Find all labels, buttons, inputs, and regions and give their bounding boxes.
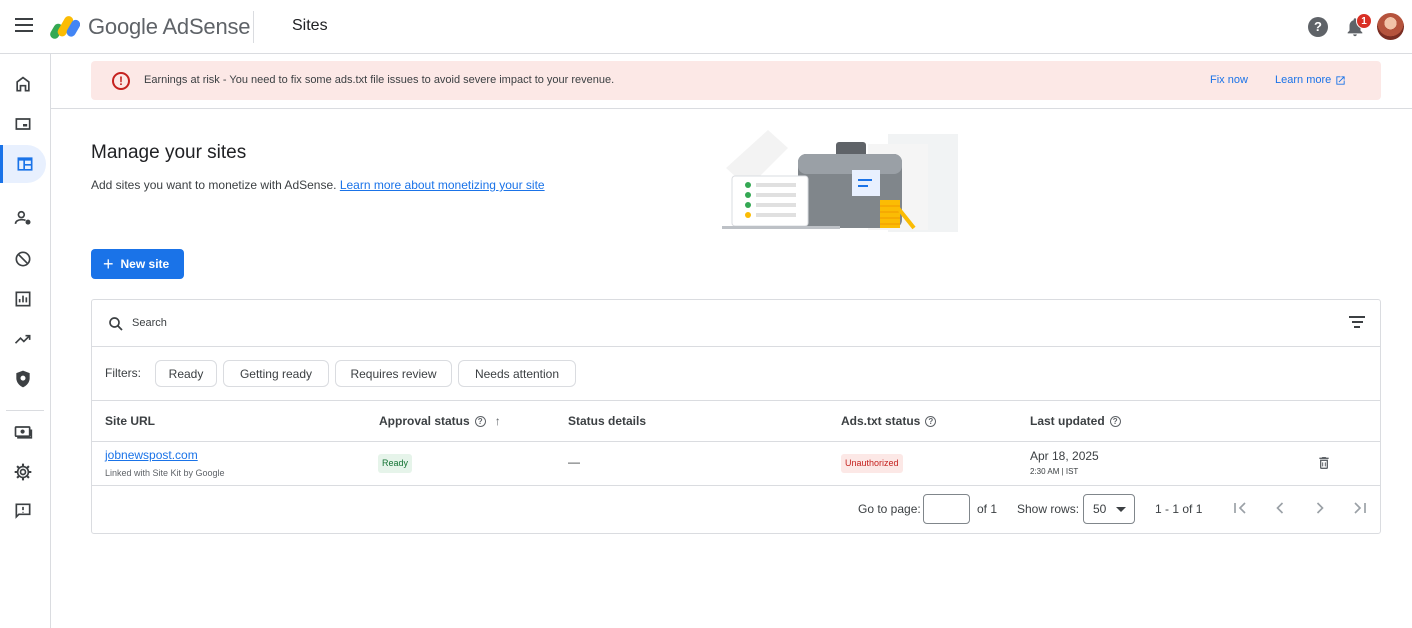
nav-payments[interactable] (0, 413, 46, 451)
ads-txt-status-badge: Unauthorized (841, 454, 903, 473)
search-input[interactable] (132, 312, 1132, 334)
dropdown-arrow-icon (1116, 507, 1126, 512)
new-site-label: New site (120, 257, 170, 271)
nav-feedback[interactable] (0, 492, 46, 530)
adsense-logo-icon (50, 16, 80, 39)
page-heading: Manage your sites (91, 142, 247, 163)
nav-reports[interactable] (0, 280, 46, 318)
page-number-input[interactable] (923, 494, 970, 524)
page-count-label: of 1 (977, 502, 998, 516)
column-last-updated[interactable]: Last updated ? (1030, 414, 1121, 428)
pagination-bar: Go to page: of 1 Show rows: 50 1 - 1 of … (92, 486, 1380, 533)
brand-name: Google AdSense (88, 14, 251, 39)
nav-policy-center[interactable] (0, 360, 46, 398)
policy-center-icon (16, 370, 30, 388)
payments-icon (14, 426, 33, 439)
column-status-details[interactable]: Status details (568, 414, 646, 428)
sites-table-card: Filters: Ready Getting ready Requires re… (91, 299, 1381, 534)
top-app-bar: Google AdSense Sites ? 1 (0, 0, 1412, 54)
fix-now-link[interactable]: Fix now (1210, 74, 1248, 86)
nav-ads[interactable] (0, 105, 46, 143)
last-updated-time: 2:30 AM | IST (1030, 467, 1079, 476)
table-header: Site URL Approval status ? ↑ Status deta… (92, 401, 1380, 442)
filter-chip-ready[interactable]: Ready (155, 360, 217, 387)
search-bar (92, 300, 1380, 347)
column-ads-txt-status-label: Ads.txt status (841, 414, 921, 428)
sort-ascending-arrow-icon: ↑ (494, 414, 501, 428)
filter-chip-getting-ready[interactable]: Getting ready (223, 360, 329, 387)
content-divider (51, 108, 1412, 109)
site-url-link[interactable]: jobnewspost.com (105, 448, 198, 462)
alert-message: Earnings at risk - You need to fix some … (144, 74, 615, 86)
sites-illustration (722, 130, 958, 232)
account-avatar[interactable] (1377, 13, 1404, 40)
rows-per-page-select[interactable]: 50 (1083, 494, 1135, 524)
ads-icon (15, 118, 31, 130)
new-site-button[interactable]: + New site (91, 249, 184, 279)
filter-list-icon[interactable] (1349, 316, 1365, 330)
notification-count-badge: 1 (1356, 13, 1372, 29)
nav-privacy-messaging[interactable] (0, 199, 46, 237)
table-row: jobnewspost.com Linked with Site Kit by … (92, 442, 1380, 486)
learn-more-label: Learn more (1275, 74, 1332, 86)
help-icon[interactable]: ? (1308, 17, 1328, 37)
site-linked-note: Linked with Site Kit by Google (105, 468, 225, 478)
last-updated-date: Apr 18, 2025 (1030, 449, 1099, 463)
column-site-url[interactable]: Site URL (105, 414, 155, 428)
page-description: Add sites you want to monetize with AdSe… (91, 178, 545, 192)
status-details-value: — (568, 455, 580, 469)
earnings-alert-banner: ! Earnings at risk - You need to fix som… (91, 61, 1381, 100)
column-approval-status-label: Approval status (379, 414, 470, 428)
next-page-icon[interactable] (1310, 498, 1330, 518)
page-title: Sites (292, 17, 328, 34)
feedback-icon (15, 503, 31, 519)
privacy-messaging-icon (14, 210, 31, 225)
show-rows-label: Show rows: (1017, 502, 1080, 516)
first-page-icon[interactable] (1230, 498, 1250, 518)
help-circle-icon[interactable]: ? (1109, 415, 1121, 427)
optimization-icon (14, 334, 31, 344)
help-circle-icon[interactable]: ? (474, 415, 486, 427)
last-page-icon[interactable] (1350, 498, 1370, 518)
filter-chip-requires-review[interactable]: Requires review (335, 360, 452, 387)
go-to-page-label: Go to page: (858, 502, 921, 516)
nav-settings[interactable] (0, 453, 46, 491)
blocking-controls-icon (15, 251, 31, 267)
open-in-new-icon (1336, 75, 1345, 85)
page-range-label: 1 - 1 of 1 (1155, 502, 1203, 516)
help-circle-icon[interactable]: ? (925, 415, 937, 427)
header-divider (253, 11, 254, 43)
column-approval-status[interactable]: Approval status ? ↑ (379, 414, 501, 428)
home-icon (16, 76, 30, 92)
approval-status-badge: Ready (378, 454, 413, 473)
column-last-updated-label: Last updated (1030, 414, 1105, 428)
plus-icon: + (103, 254, 114, 274)
nav-sites[interactable] (0, 145, 46, 183)
nav-optimization[interactable] (0, 320, 46, 358)
side-navigation (0, 54, 51, 628)
page-description-text: Add sites you want to monetize with AdSe… (91, 178, 337, 192)
column-ads-txt-status[interactable]: Ads.txt status ? (841, 414, 937, 428)
column-status-details-label: Status details (568, 414, 647, 428)
filter-chips-row: Filters: Ready Getting ready Requires re… (92, 347, 1380, 401)
nav-home[interactable] (0, 65, 46, 103)
nav-divider (6, 410, 44, 411)
search-icon (109, 317, 123, 331)
filter-chip-needs-attention[interactable]: Needs attention (458, 360, 576, 387)
settings-icon (14, 463, 32, 481)
rows-per-page-value: 50 (1093, 502, 1107, 516)
filters-label: Filters: (105, 366, 141, 380)
learn-more-link[interactable]: Learn more (1275, 74, 1346, 86)
menu-icon[interactable] (15, 18, 33, 36)
nav-blocking-controls[interactable] (0, 240, 46, 278)
reports-icon (15, 291, 31, 307)
learn-monetizing-link[interactable]: Learn more about monetizing your site (340, 178, 545, 192)
delete-icon[interactable] (1316, 454, 1332, 472)
column-site-url-label: Site URL (105, 414, 156, 428)
error-icon: ! (112, 72, 130, 90)
previous-page-icon[interactable] (1270, 498, 1290, 518)
sites-icon (17, 157, 32, 171)
